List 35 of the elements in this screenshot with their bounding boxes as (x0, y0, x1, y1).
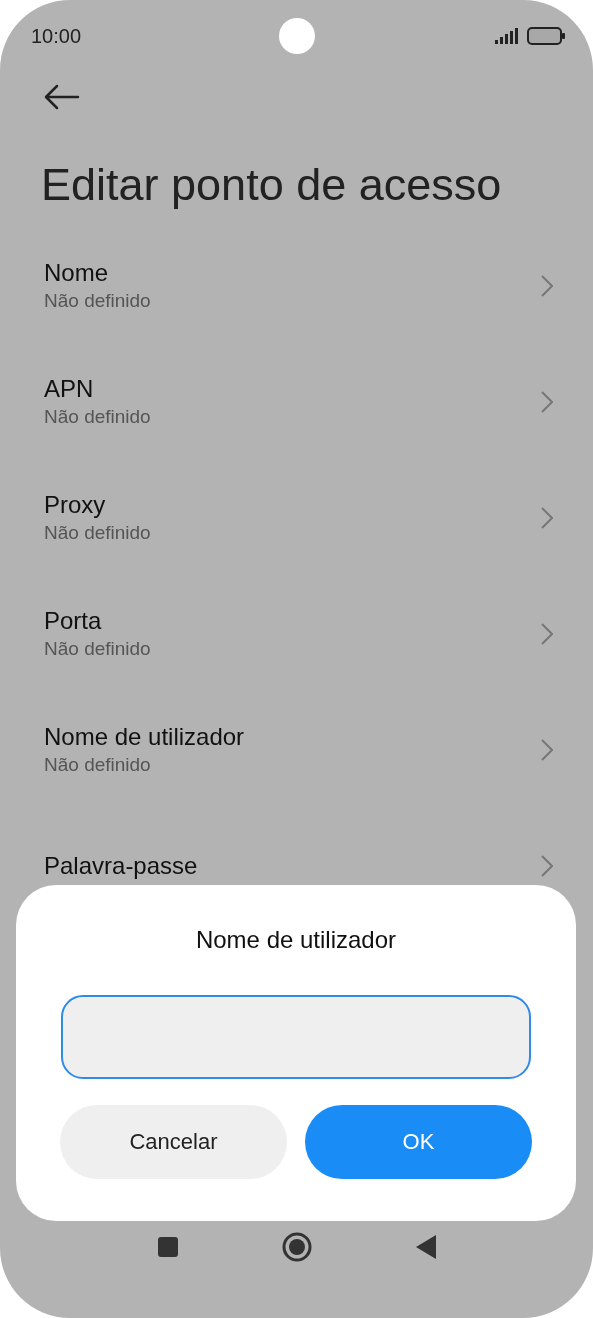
signal-icon (495, 28, 521, 44)
back-arrow-icon[interactable] (44, 84, 80, 110)
item-value: Não definido (44, 405, 151, 429)
chevron-icon (541, 275, 553, 297)
item-label: Nome de utilizador (44, 722, 245, 752)
settings-item[interactable]: Palavra-passe (0, 838, 593, 894)
settings-item[interactable]: Proxy Não definido (0, 490, 593, 546)
settings-item[interactable]: Porta Não definido (0, 606, 593, 662)
settings-item[interactable]: APN Não definido (0, 374, 593, 430)
item-label: Proxy (44, 490, 107, 520)
back-icon[interactable] (415, 1235, 436, 1259)
chevron-icon (541, 855, 553, 877)
chevron-icon (541, 507, 553, 529)
battery-icon (527, 27, 565, 45)
item-label: APN (44, 374, 95, 404)
item-label: Palavra-passe (44, 851, 198, 881)
item-value: Não definido (44, 289, 151, 313)
camera-icon (279, 18, 315, 54)
recents-icon[interactable] (157, 1237, 178, 1257)
home-icon[interactable] (281, 1232, 312, 1262)
settings-item[interactable]: Nome Não definido (0, 258, 593, 314)
cancel-button[interactable]: Cancelar (60, 1105, 287, 1179)
item-label: Porta (44, 606, 103, 636)
item-value: Não definido (44, 753, 152, 777)
page-title: Editar ponto de acesso (41, 158, 503, 212)
chevron-icon (541, 391, 553, 413)
item-value: Não definido (44, 637, 151, 661)
input-field[interactable] (61, 995, 531, 1079)
chevron-icon (541, 739, 553, 761)
status-time: 10:00 (31, 24, 82, 48)
chevron-icon (541, 623, 553, 645)
dialog-title: Nome de utilizador (195, 925, 397, 955)
item-value: Não definido (44, 521, 151, 545)
item-label: Nome (44, 258, 110, 288)
settings-item[interactable]: Nome de utilizador Não definido (0, 722, 593, 778)
